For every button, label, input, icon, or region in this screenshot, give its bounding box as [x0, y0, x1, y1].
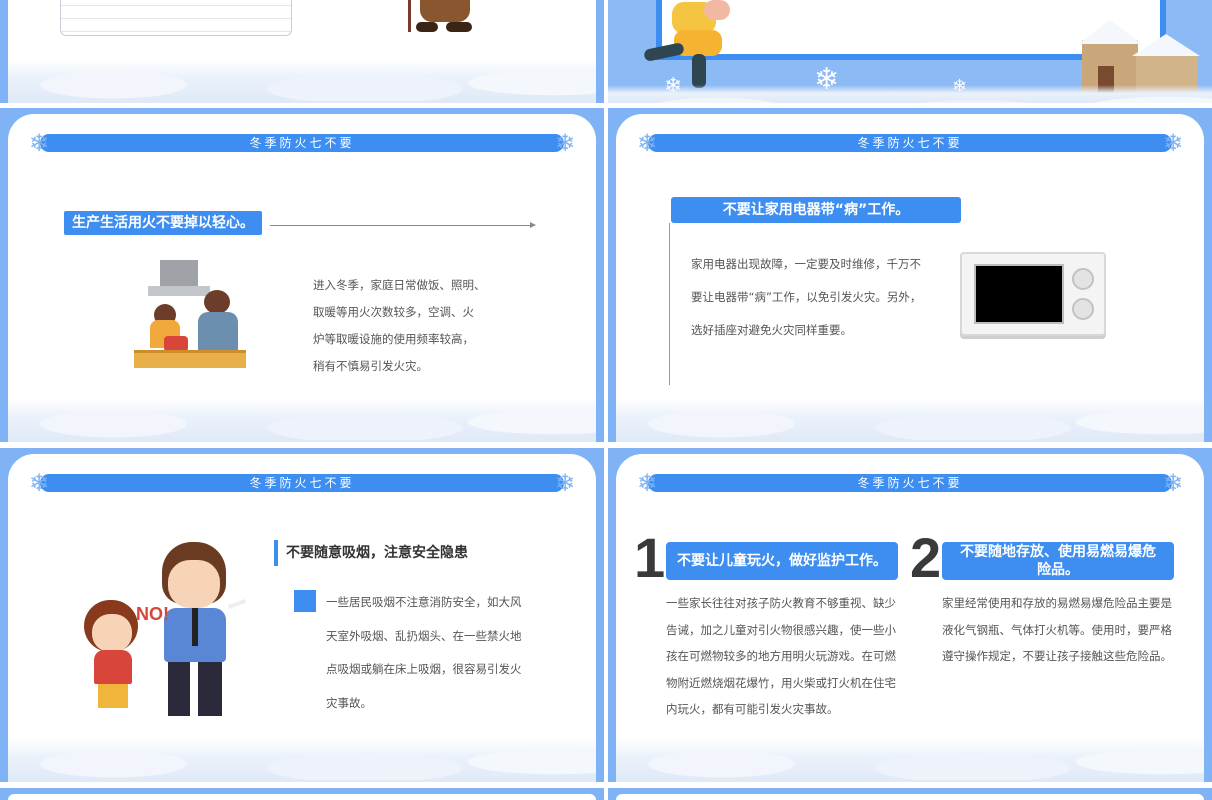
- slide-bottom-left-partial[interactable]: [0, 788, 604, 800]
- body-paragraph: 进入冬季，家庭日常做饭、照明、 取暖等用火次数较多，空调、火 炉等取暖设施的使用…: [313, 272, 513, 380]
- heading-accent-bar: [274, 540, 278, 566]
- slide-banner: 冬季防火七不要: [40, 474, 564, 492]
- body-paragraph: 一些居民吸烟不注意消防安全，如大风 天室外吸烟、乱扔烟头、在一些禁火地 点吸烟或…: [326, 586, 546, 720]
- slide-paper: [8, 794, 596, 800]
- bullet-square: [294, 590, 316, 612]
- slide-smoking[interactable]: 冬季防火七不要 ❄ ❄ 不要随意吸烟，注意安全隐患 一些居民吸烟不注意消防安全，…: [0, 448, 604, 782]
- slide-children-hazards[interactable]: 冬季防火七不要 ❄ ❄ 1 不要让儿童玩火，做好监护工作。 一些家长往往对孩子防…: [608, 448, 1212, 782]
- item-heading: 不要随地存放、使用易燃易爆危 险品。: [942, 542, 1174, 580]
- body-line: 进入冬季，家庭日常做饭、照明、: [313, 278, 486, 292]
- heading-arrow-line: [270, 225, 534, 226]
- body-line: 炉等取暖设施的使用频率较高，: [313, 332, 474, 346]
- snow-ground: [8, 738, 596, 782]
- snow-ground: [616, 398, 1204, 442]
- body-line: 一些家长往往对孩子防火教育不够重视、缺少: [666, 596, 896, 610]
- no-sign-text: NO!: [136, 604, 169, 624]
- slide-top-right-partial[interactable]: ❄ ❄ ❄: [608, 0, 1212, 103]
- slide-paper: [8, 0, 596, 103]
- banner-title: 冬季防火七不要: [857, 136, 963, 150]
- slide-banner: 冬季防火七不要: [648, 474, 1172, 492]
- body-line: 要让电器带“病”工作，以免引发火灾。另外，: [691, 290, 922, 304]
- item-body: 一些家长往往对孩子防火教育不够重视、缺少 告诫，加之儿童对引火物很感兴趣，使一些…: [666, 590, 906, 723]
- slide-paper: 冬季防火七不要 ❄ ❄ 不要随意吸烟，注意安全隐患 一些居民吸烟不注意消防安全，…: [8, 454, 596, 782]
- arrow-head-icon: [530, 222, 536, 228]
- item-heading: 不要让儿童玩火，做好监护工作。: [666, 542, 898, 580]
- snowflake-icon: ❄: [636, 129, 658, 157]
- body-line: 点吸烟或躺在床上吸烟，很容易引发火: [326, 662, 522, 676]
- snowy-house-illustration: [1078, 18, 1200, 94]
- slide-top-left-partial[interactable]: [0, 0, 604, 103]
- snowflake-icon: ❄: [636, 469, 658, 497]
- snowflake-icon: ❄: [554, 469, 576, 497]
- slide-appliances[interactable]: 冬季防火七不要 ❄ ❄ 不要让家用电器带“病”工作。 家用电器出现故障，一定要及…: [608, 108, 1212, 442]
- item-body: 家里经常使用和存放的易燃易爆危险品主要是 液化气钢瓶、气体打火机等。使用时，要严…: [942, 590, 1188, 670]
- snowflake-icon: ❄: [554, 129, 576, 157]
- snow-ground: [616, 738, 1204, 782]
- body-line: 家用电器出现故障，一定要及时维修，千万不: [691, 257, 921, 271]
- slide-bottom-right-partial[interactable]: [608, 788, 1212, 800]
- snow-ground: [608, 85, 1212, 103]
- body-line: 稍有不慎易引发火灾。: [313, 359, 428, 373]
- banner-title: 冬季防火七不要: [249, 136, 355, 150]
- smoking-man-and-girl-illustration: NO!: [72, 538, 252, 724]
- slide-fire-use[interactable]: 冬季防火七不要 ❄ ❄ 生产生活用火不要掉以轻心。 进入冬季，家庭日常做饭、照明…: [0, 108, 604, 442]
- item-number: 1: [634, 526, 666, 589]
- vertical-rule: [669, 223, 670, 385]
- body-line: 取暖等用火次数较多，空调、火: [313, 305, 474, 319]
- body-line: 物附近燃烧烟花爆竹，用火柴或打火机在住宅: [666, 675, 896, 690]
- body-line: 一些居民吸烟不注意消防安全，如大风: [326, 595, 522, 609]
- slide-paper: [616, 794, 1204, 800]
- snowflake-icon: ❄: [1162, 129, 1184, 157]
- body-line: 液化气钢瓶、气体打火机等。使用时，要严格: [942, 622, 1172, 637]
- banner-title: 冬季防火七不要: [857, 476, 963, 490]
- slide-paper: 冬季防火七不要 ❄ ❄ 不要让家用电器带“病”工作。 家用电器出现故障，一定要及…: [616, 114, 1204, 442]
- kitchen-cooking-illustration: [132, 260, 248, 368]
- banner-title: 冬季防火七不要: [249, 476, 355, 490]
- body-line: 家里经常使用和存放的易燃易爆危险品主要是: [942, 596, 1172, 610]
- microwave-oven-icon: [960, 252, 1106, 336]
- snowflake-icon: ❄: [28, 469, 50, 497]
- slide-banner: 冬季防火七不要: [648, 134, 1172, 152]
- body-line: 内玩火，都有可能引发火灾事故。: [666, 702, 839, 716]
- item-heading-line: 险品。: [1037, 562, 1079, 578]
- body-line: 灾事故。: [326, 695, 372, 710]
- item-number: 2: [910, 526, 942, 589]
- body-line: 孩在可燃物较多的地方用明火玩游戏。在可燃: [666, 649, 896, 663]
- body-line: 选好插座对避免火灾同样重要。: [691, 323, 852, 337]
- snowflake-icon: ❄: [28, 129, 50, 157]
- slide-paper: 冬季防火七不要 ❄ ❄ 1 不要让儿童玩火，做好监护工作。 一些家长往往对孩子防…: [616, 454, 1204, 782]
- snowflake-icon: ❄: [1162, 469, 1184, 497]
- snow-ground: [8, 59, 596, 103]
- elderly-person-illustration: [402, 0, 480, 40]
- body-line: 遵守操作规定，不要让孩子接触这些危险品。: [942, 649, 1172, 663]
- body-line: 告诫，加之儿童对引火物很感兴趣，使一些小: [666, 622, 896, 637]
- item-heading-line: 不要随地存放、使用易燃易爆危: [960, 544, 1156, 560]
- body-paragraph: 家用电器出现故障，一定要及时维修，千万不 要让电器带“病”工作，以免引发火灾。另…: [691, 248, 941, 347]
- lined-paper-graphic: [60, 0, 292, 36]
- slide-paper: 冬季防火七不要 ❄ ❄ 生产生活用火不要掉以轻心。 进入冬季，家庭日常做饭、照明…: [8, 114, 596, 442]
- section-heading: 不要让家用电器带“病”工作。: [671, 197, 961, 223]
- section-heading: 不要随意吸烟，注意安全隐患: [286, 545, 468, 561]
- snow-ground: [8, 398, 596, 442]
- section-heading: 生产生活用火不要掉以轻心。: [64, 211, 262, 235]
- slide-banner: 冬季防火七不要: [40, 134, 564, 152]
- body-line: 天室外吸烟、乱扔烟头、在一些禁火地: [326, 628, 522, 643]
